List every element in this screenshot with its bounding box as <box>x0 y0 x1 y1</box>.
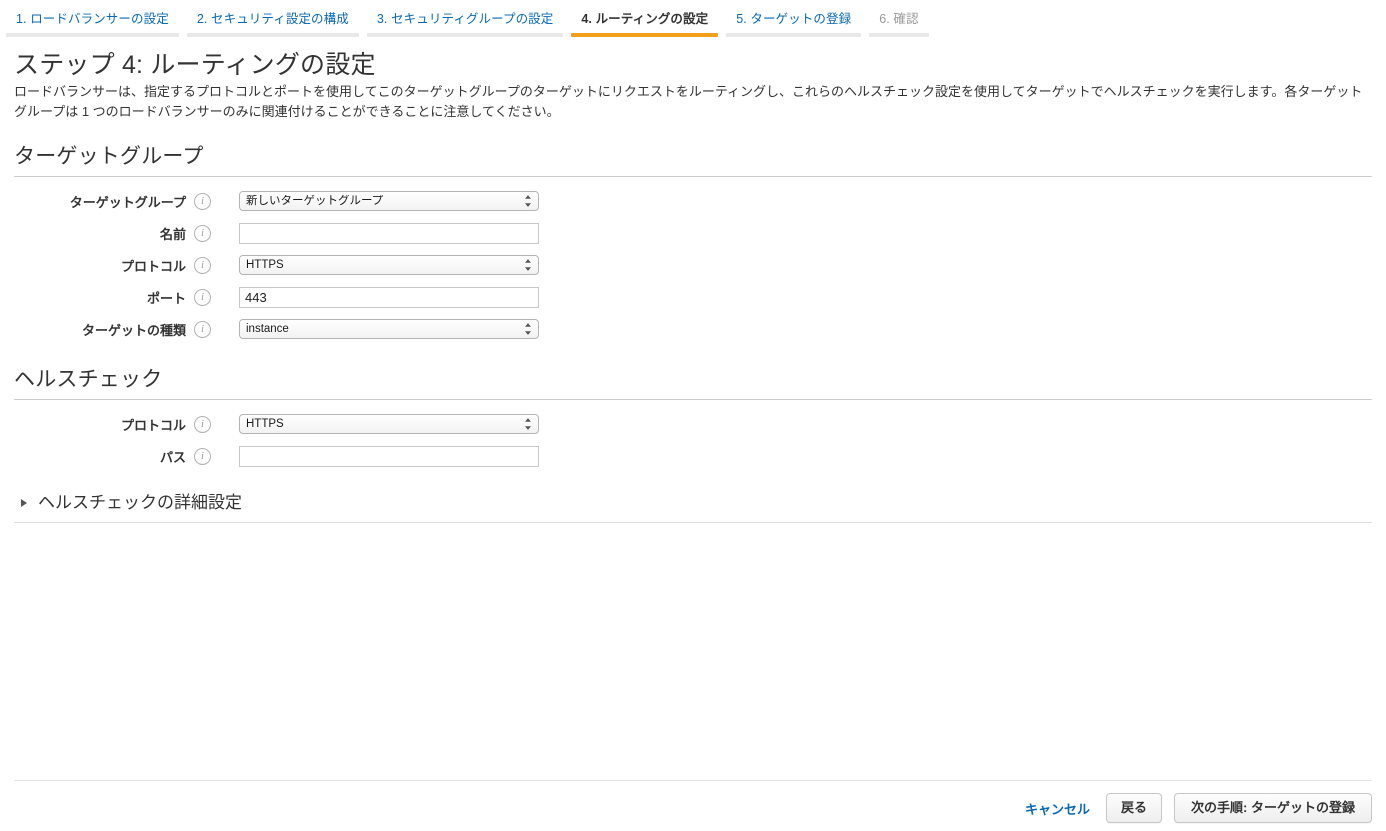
tab-step-2-underline <box>186 33 359 37</box>
advanced-divider <box>14 522 1372 523</box>
section-heading-target-group: ターゲットグループ <box>14 145 204 168</box>
label-target-type: ターゲットの種類 <box>81 322 186 338</box>
field-row-target-type: ターゲットの種類 i instance <box>14 313 1372 345</box>
field-row-health-path: パス i <box>14 440 1372 472</box>
advanced-health-check-toggle[interactable]: ヘルスチェックの詳細設定 <box>14 492 1372 514</box>
tab-step-1-label: 1. ロードバランサーの設定 <box>16 12 169 26</box>
tab-step-1-load-balancer[interactable]: 1. ロードバランサーの設定 <box>6 10 179 37</box>
tab-step-5-label: 5. ターゲットの登録 <box>736 12 852 26</box>
next-step-button[interactable]: 次の手順: ターゲットの登録 <box>1174 793 1372 823</box>
field-holder-target-type: instance <box>239 319 539 339</box>
input-name[interactable] <box>239 222 539 244</box>
tab-step-6-underline <box>869 33 929 37</box>
input-health-path[interactable] <box>239 445 539 467</box>
section-divider-target-group <box>14 176 1372 177</box>
tab-step-6-review: 6. 確認 <box>869 10 929 37</box>
section-heading-health-check: ヘルスチェック <box>14 368 163 391</box>
field-holder-port <box>239 286 539 308</box>
field-row-protocol: プロトコル i HTTPS <box>14 249 1372 281</box>
tab-step-6-label: 6. 確認 <box>879 12 919 26</box>
tab-step-3-underline <box>366 33 564 37</box>
info-icon-target-type[interactable]: i <box>194 320 211 338</box>
info-icon-protocol[interactable]: i <box>194 256 211 274</box>
field-row-health-protocol: プロトコル i HTTPS <box>14 408 1372 440</box>
info-icon-target-group[interactable]: i <box>194 192 211 210</box>
section-divider-health-check <box>14 399 1372 400</box>
select-target-group[interactable]: 新しいターゲットグループ <box>239 191 539 211</box>
label-health-protocol: プロトコル <box>120 417 186 433</box>
back-button[interactable]: 戻る <box>1106 793 1163 823</box>
label-port: ポート <box>146 290 186 306</box>
page-description: ロードバランサーは、指定するプロトコルとポートを使用してこのターゲットグループの… <box>14 84 1363 119</box>
page-content: ステップ 4: ルーティングの設定 ロードバランサーは、指定するプロトコルとポー… <box>0 50 1386 523</box>
advanced-health-check-label: ヘルスチェックの詳細設定 <box>38 493 242 512</box>
select-health-protocol[interactable]: HTTPS <box>239 414 539 434</box>
info-icon-health-protocol[interactable]: i <box>194 415 211 433</box>
select-protocol[interactable]: HTTPS <box>239 255 539 275</box>
info-icon-name[interactable]: i <box>194 224 211 242</box>
cancel-button[interactable]: キャンセル <box>1021 797 1094 820</box>
select-target-type[interactable]: instance <box>239 319 539 339</box>
field-holder-health-protocol: HTTPS <box>239 414 539 434</box>
label-name: 名前 <box>159 226 186 242</box>
info-icon-health-path[interactable]: i <box>194 447 211 465</box>
field-holder-target-group: 新しいターゲットグループ <box>239 191 539 211</box>
label-protocol: プロトコル <box>120 258 186 274</box>
info-icon-port[interactable]: i <box>194 288 211 306</box>
field-holder-health-path <box>239 445 539 467</box>
wizard-step-tabs: 1. ロードバランサーの設定 2. セキュリティ設定の構成 3. セキュリティグ… <box>0 10 1386 38</box>
field-row-port: ポート i <box>14 281 1372 313</box>
tab-step-2-label: 2. セキュリティ設定の構成 <box>196 12 349 26</box>
footer-actions: キャンセル 戻る 次の手順: ターゲットの登録 <box>1021 793 1372 823</box>
footer-divider <box>14 780 1372 781</box>
field-holder-protocol: HTTPS <box>239 255 539 275</box>
tab-step-1-underline <box>6 33 179 37</box>
field-row-name: 名前 i <box>14 217 1372 249</box>
tab-step-5-register-targets[interactable]: 5. ターゲットの登録 <box>726 10 862 37</box>
tab-step-2-security-settings[interactable]: 2. セキュリティ設定の構成 <box>186 10 359 37</box>
tab-step-3-security-groups[interactable]: 3. セキュリティグループの設定 <box>366 10 564 37</box>
tab-step-5-underline <box>726 33 862 37</box>
page-title: ステップ 4: ルーティングの設定 <box>14 51 376 79</box>
chevron-right-icon-advanced <box>21 499 27 507</box>
label-target-group: ターゲットグループ <box>69 194 186 210</box>
tab-step-4-label: 4. ルーティングの設定 <box>581 12 709 26</box>
input-port[interactable] <box>239 286 539 308</box>
tab-step-4-underline-active <box>571 33 719 37</box>
tab-step-3-label: 3. セキュリティグループの設定 <box>376 12 554 26</box>
field-row-target-group: ターゲットグループ i 新しいターゲットグループ <box>14 185 1372 217</box>
tab-step-4-routing[interactable]: 4. ルーティングの設定 <box>571 10 719 37</box>
field-holder-name <box>239 222 539 244</box>
label-health-path: パス <box>159 449 186 465</box>
